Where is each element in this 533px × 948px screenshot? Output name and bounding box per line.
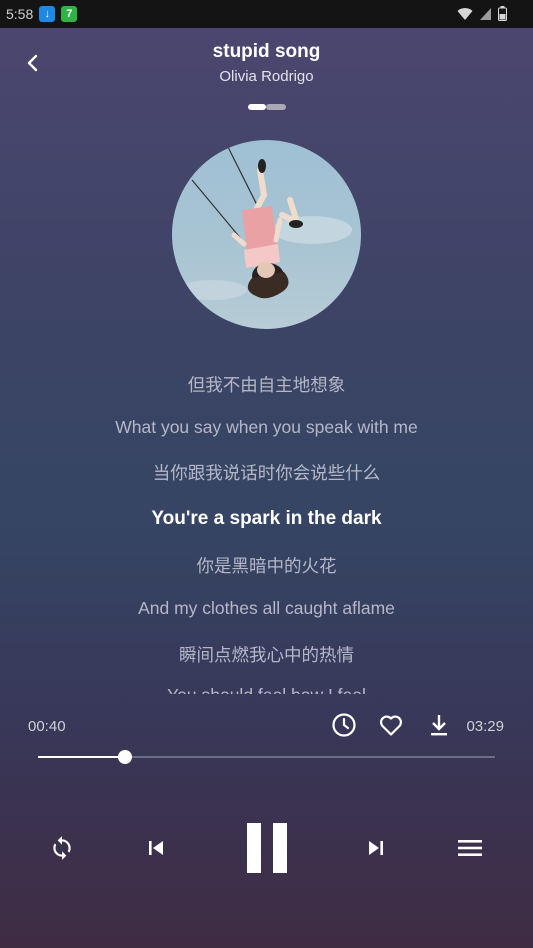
seven-app-icon: 7 [61,6,78,22]
lyric-line[interactable]: You should feel how I feel [0,685,533,694]
wifi-icon [457,7,473,20]
next-icon [369,841,383,855]
lyric-line-current[interactable]: You're a spark in the dark [0,508,533,530]
status-time: 5:58 [6,6,34,22]
seek-bar-progress [38,756,126,758]
seek-bar[interactable] [38,750,495,764]
previous-button[interactable] [140,832,172,864]
page-indicator-active [248,104,266,110]
next-button[interactable] [360,832,392,864]
clock-icon [332,713,356,737]
playlist-button[interactable] [453,832,487,864]
sleep-timer-button[interactable] [329,710,359,740]
lyric-line[interactable]: 当你跟我说话时你会说些什么 [0,460,533,485]
lyric-line[interactable]: 瞬间点燃我心中的热情 [0,642,533,667]
status-bar: 5:58 ↓ 7 [0,0,533,28]
lyrics-view[interactable]: 但我不由自主地想象 What you say when you speak wi… [0,358,533,694]
lyric-line[interactable]: 但我不由自主地想象 [0,372,533,397]
playlist-icon [458,840,482,856]
download-app-icon: ↓ [39,6,56,22]
lyric-line[interactable]: 你是黑暗中的火花 [0,553,533,578]
previous-icon [149,841,163,855]
favorite-button[interactable] [376,710,406,740]
song-title: stupid song [212,41,321,62]
repeat-icon [53,836,71,860]
seek-bar-thumb[interactable] [118,750,133,764]
heart-icon [379,715,403,736]
battery-icon [498,6,507,21]
repeat-mode-button[interactable] [44,830,80,866]
song-artist: Olivia Rodrigo [219,68,314,85]
current-time: 00:40 [28,718,66,735]
lyric-line[interactable]: And my clothes all caught aflame [0,598,533,619]
album-cover[interactable] [172,140,361,329]
download-button[interactable] [424,710,454,740]
download-icon [431,715,447,736]
pause-button[interactable] [240,820,294,876]
lyric-line[interactable]: What you say when you speak with me [0,417,533,438]
pause-icon [247,823,287,873]
page-indicator-inactive [266,104,286,110]
album-art-image [172,140,361,329]
signal-icon [480,7,491,20]
total-time: 03:29 [466,718,504,735]
page-indicator [248,104,286,110]
